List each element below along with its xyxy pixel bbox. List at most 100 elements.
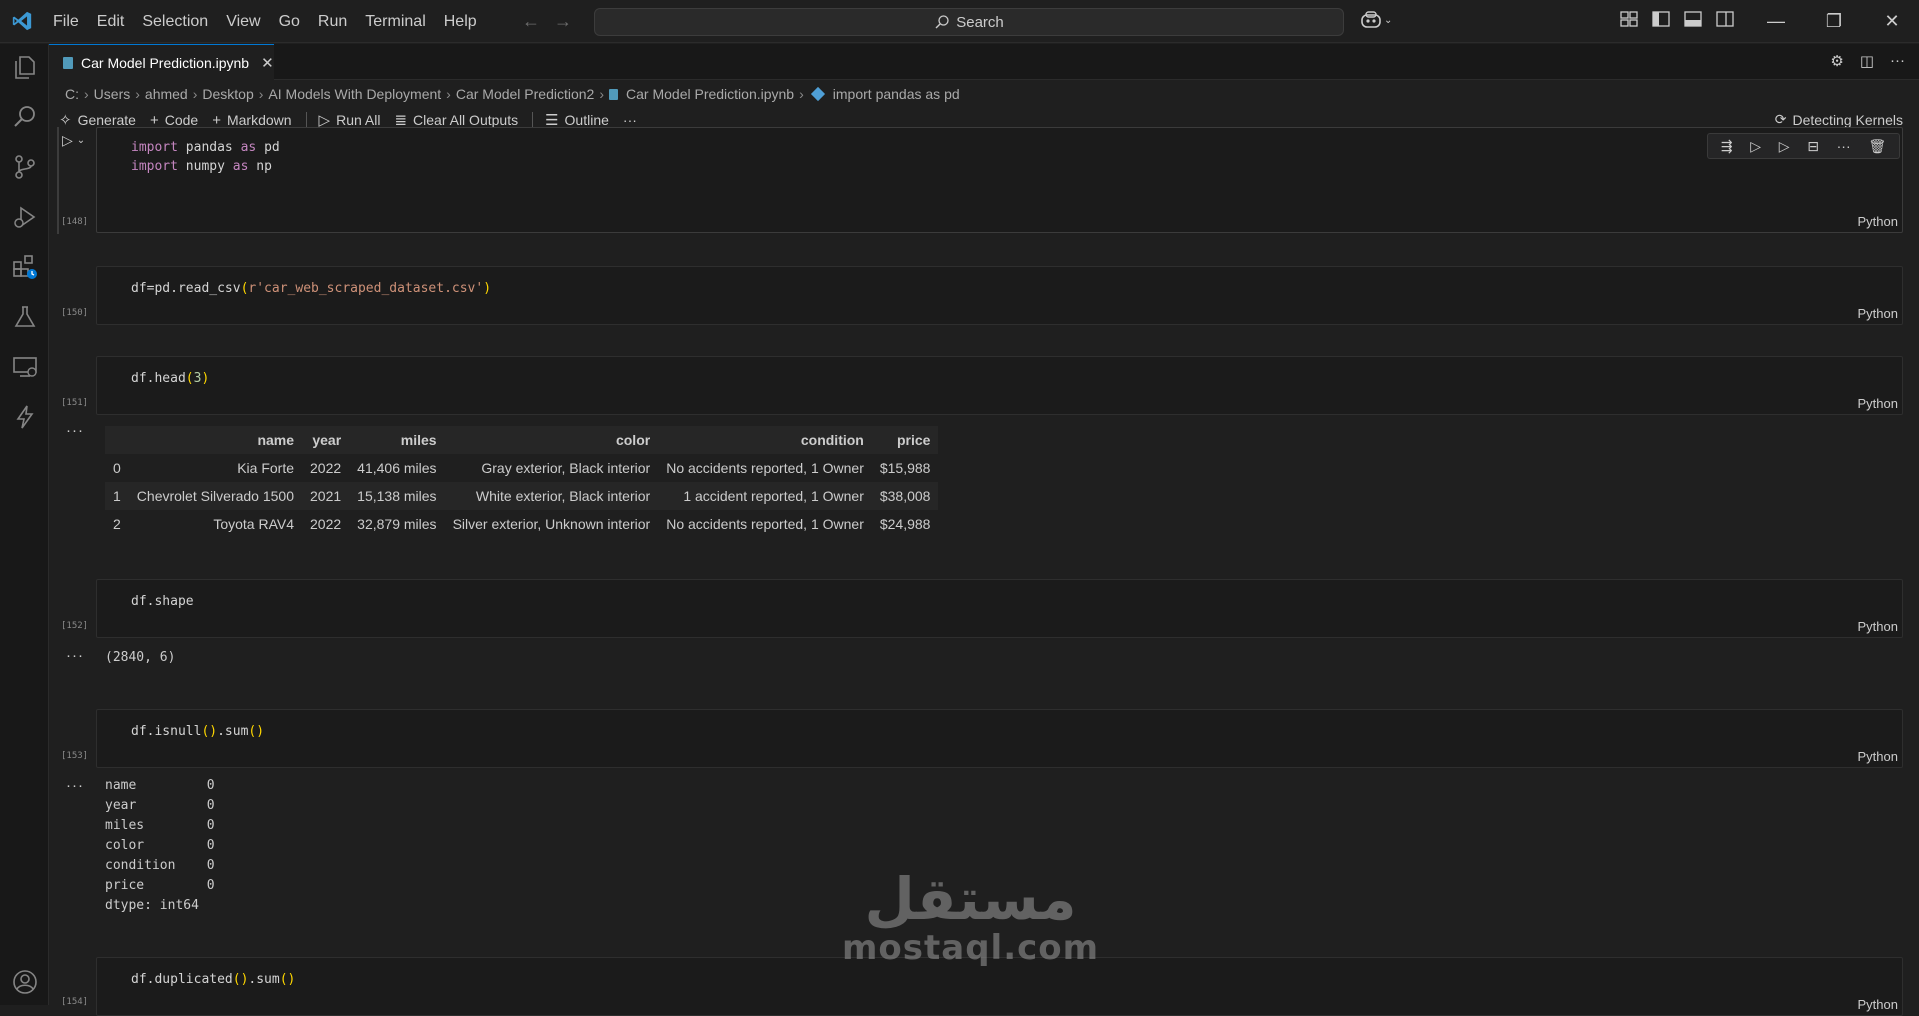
column-header: name: [128, 426, 303, 454]
more-cell-actions-icon[interactable]: ···: [1837, 138, 1851, 154]
cell-code[interactable]: df.shape: [131, 592, 194, 611]
code-cell-icon: [810, 86, 825, 102]
breadcrumb-drive[interactable]: C:: [65, 86, 79, 102]
notebook-file-icon: [609, 88, 619, 100]
execute-cell-below-icon[interactable]: ▷: [1750, 138, 1761, 155]
toolbar-divider: [305, 112, 307, 128]
gear-icon[interactable]: ⚙: [1830, 52, 1843, 70]
source-control-icon[interactable]: [12, 154, 38, 180]
back-arrow-icon[interactable]: ←: [522, 11, 540, 31]
output-more-button[interactable]: ···: [66, 647, 84, 664]
output-more-button[interactable]: ···: [66, 422, 84, 439]
code-cell[interactable]: df=pd.read_csv(r'car_web_scraped_dataset…: [96, 266, 1903, 325]
menu-selection[interactable]: Selection: [133, 0, 217, 43]
run-debug-icon[interactable]: [12, 204, 38, 230]
cell-code[interactable]: df.head(3): [131, 369, 209, 388]
cell-language[interactable]: Python: [1858, 749, 1898, 764]
code-token: as: [232, 159, 249, 174]
notebook-file-icon: [63, 56, 73, 69]
cell-output: name 0 year 0 miles 0 color 0 condition …: [105, 778, 215, 913]
code-cell[interactable]: df.head(3) Python: [96, 356, 1903, 415]
close-tab-icon[interactable]: ✕: [261, 54, 274, 72]
code-token: (): [201, 724, 218, 739]
code-label: Code: [164, 112, 199, 128]
toggle-primary-sidebar-icon[interactable]: [1652, 10, 1670, 28]
search-view-icon[interactable]: [12, 104, 38, 130]
cell-code[interactable]: df.isnull().sum(): [131, 722, 264, 741]
remote-explorer-icon[interactable]: [12, 354, 38, 380]
cell-code[interactable]: df=pd.read_csv(r'car_web_scraped_dataset…: [131, 279, 491, 298]
copilot-button[interactable]: ⌄: [1360, 10, 1392, 30]
accounts-icon[interactable]: [12, 969, 38, 995]
run-cell-button[interactable]: ▷ ⌄: [62, 132, 85, 149]
split-cell-icon[interactable]: ⊟: [1807, 138, 1819, 155]
breadcrumb-user[interactable]: ahmed: [145, 86, 188, 102]
extensions-icon[interactable]: [12, 254, 38, 280]
sparkle-icon: ✧: [59, 112, 72, 129]
breadcrumb-cell[interactable]: import pandas as pd: [833, 86, 960, 102]
code-cell[interactable]: df.shape Python: [96, 579, 1903, 638]
menu-go[interactable]: Go: [270, 0, 309, 43]
code-token: df.head: [131, 371, 186, 386]
play-icon: ▷: [62, 132, 73, 148]
lightning-icon[interactable]: [12, 404, 38, 430]
code-cell[interactable]: import pandas as pd import numpy as np P…: [96, 127, 1903, 233]
cell-code[interactable]: import pandas as pd import numpy as np: [131, 138, 280, 176]
execute-above-icon[interactable]: ⇶: [1721, 138, 1733, 155]
add-markdown-cell-button[interactable]: + Markdown: [212, 112, 291, 129]
execute-below-icon[interactable]: ▷: [1779, 138, 1790, 155]
menu-file[interactable]: File: [44, 0, 88, 43]
cell-language[interactable]: Python: [1858, 396, 1898, 411]
split-editor-icon[interactable]: ◫: [1860, 52, 1874, 70]
cell-code[interactable]: df.duplicated().sum(): [131, 970, 295, 989]
add-code-cell-button[interactable]: + Code: [150, 112, 198, 129]
cell-language[interactable]: Python: [1858, 619, 1898, 634]
toggle-secondary-sidebar-icon[interactable]: [1716, 10, 1734, 28]
menu-view[interactable]: View: [217, 0, 269, 43]
editor-actions: ⚙ ◫ ···: [1830, 52, 1905, 70]
breadcrumb-desktop[interactable]: Desktop: [202, 86, 253, 102]
plus-icon: +: [212, 111, 221, 129]
explorer-icon[interactable]: [12, 54, 38, 80]
code-cell[interactable]: df.isnull().sum() Python: [96, 709, 1903, 768]
menu-edit[interactable]: Edit: [88, 0, 134, 43]
execution-count: [152]: [61, 621, 89, 631]
outline-label: Outline: [564, 112, 609, 128]
more-toolbar-button[interactable]: ···: [623, 112, 637, 128]
cell-language[interactable]: Python: [1858, 306, 1898, 321]
menu-run[interactable]: Run: [309, 0, 356, 43]
delete-cell-icon[interactable]: 🗑: [1868, 138, 1886, 155]
code-token: df.duplicated: [131, 972, 233, 987]
execution-count: [154]: [61, 997, 89, 1007]
command-center-search[interactable]: Search: [594, 8, 1344, 36]
column-header: [105, 426, 129, 454]
column-header: color: [444, 426, 659, 454]
table-header-row: name year miles color condition price: [105, 426, 939, 454]
toggle-panel-icon[interactable]: [1684, 10, 1702, 28]
restore-icon[interactable]: ❐: [1805, 8, 1863, 34]
testing-icon[interactable]: [12, 304, 38, 330]
generate-label: Generate: [77, 112, 136, 128]
menu-help[interactable]: Help: [435, 0, 486, 43]
table-cell: 2: [113, 516, 121, 532]
breadcrumb-file[interactable]: Car Model Prediction.ipynb: [626, 86, 794, 102]
breadcrumb-folder-ai-models[interactable]: AI Models With Deployment: [268, 86, 441, 102]
tab-car-model-prediction[interactable]: Car Model Prediction.ipynb ✕: [49, 44, 274, 80]
table-cell: $38,008: [871, 482, 939, 510]
kernel-picker[interactable]: ⟳ Detecting Kernels: [1775, 111, 1903, 128]
watermark: مستقل mostaql.com: [842, 868, 1099, 966]
breadcrumb-folder-project[interactable]: Car Model Prediction2: [456, 86, 595, 102]
more-actions-icon[interactable]: ···: [1890, 52, 1905, 70]
output-more-button[interactable]: ···: [66, 777, 84, 794]
cell-language[interactable]: Python: [1858, 214, 1898, 229]
close-window-icon[interactable]: ✕: [1863, 8, 1919, 34]
execution-count: [148]: [61, 217, 89, 227]
customize-layout-icon[interactable]: [1620, 10, 1638, 28]
chevron-down-icon: ⌄: [1384, 14, 1393, 26]
menu-terminal[interactable]: Terminal: [356, 0, 434, 43]
table-cell: 2022: [310, 460, 342, 476]
breadcrumb-users[interactable]: Users: [94, 86, 131, 102]
minimize-icon[interactable]: —: [1747, 8, 1805, 34]
forward-arrow-icon[interactable]: →: [554, 11, 572, 31]
watermark-arabic: مستقل: [864, 865, 1077, 933]
